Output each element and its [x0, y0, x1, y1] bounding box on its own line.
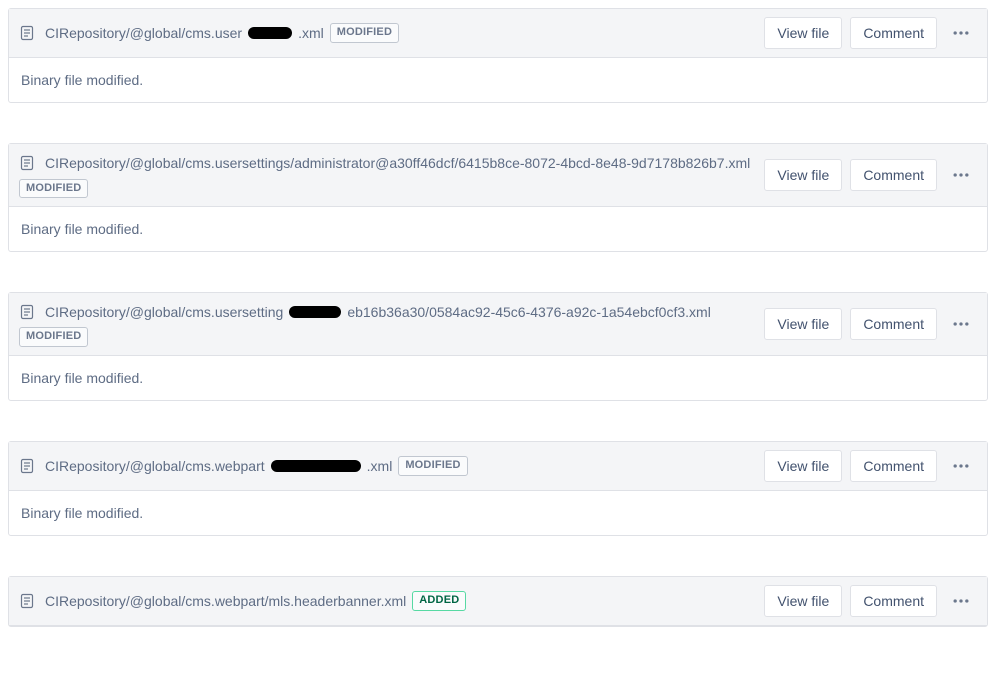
file-path-wrap: CIRepository/@global/cms.usersetting eb16…	[19, 301, 756, 347]
diff-body-message: Binary file modified.	[9, 356, 987, 400]
status-badge-modified: MODIFIED	[19, 327, 88, 346]
comment-button[interactable]: Comment	[850, 17, 937, 49]
file-icon	[19, 155, 35, 171]
view-file-button[interactable]: View file	[764, 585, 842, 617]
comment-button[interactable]: Comment	[850, 585, 937, 617]
header-actions: View fileComment	[764, 308, 977, 340]
file-path-suffix: .xml	[298, 22, 324, 44]
diff-header: CIRepository/@global/cms.user .xml MODIFIE…	[9, 9, 987, 58]
file-path-wrap: CIRepository/@global/cms.webpart .xml MODI…	[19, 455, 756, 477]
view-file-button[interactable]: View file	[764, 159, 842, 191]
redaction-mark	[271, 460, 361, 472]
redaction-mark	[289, 306, 341, 318]
comment-button[interactable]: Comment	[850, 450, 937, 482]
diff-body-message: Binary file modified.	[9, 491, 987, 535]
view-file-button[interactable]: View file	[764, 17, 842, 49]
diff-header: CIRepository/@global/cms.webpart/mls.hea…	[9, 577, 987, 626]
diff-body-message: Binary file modified.	[9, 58, 987, 102]
more-actions-button[interactable]	[945, 585, 977, 617]
file-path-wrap: CIRepository/@global/cms.usersettings/ad…	[19, 152, 756, 198]
file-icon	[19, 304, 35, 320]
diff-item: CIRepository/@global/cms.webpart .xml MODI…	[8, 441, 988, 536]
diff-item: CIRepository/@global/cms.usersetting eb16…	[8, 292, 988, 401]
header-actions: View fileComment	[764, 17, 977, 49]
file-path-prefix: CIRepository/@global/cms.usersettings/ad…	[45, 152, 750, 174]
view-file-button[interactable]: View file	[764, 450, 842, 482]
diff-item: CIRepository/@global/cms.webpart/mls.hea…	[8, 576, 988, 627]
status-badge-modified: MODIFIED	[330, 23, 399, 42]
diff-body-message: Binary file modified.	[9, 207, 987, 251]
diff-header: CIRepository/@global/cms.usersettings/ad…	[9, 144, 987, 207]
status-badge-modified: MODIFIED	[19, 179, 88, 198]
file-path-suffix: eb16b36a30/0584ac92-45c6-4376-a92c-1a54e…	[347, 301, 711, 323]
more-actions-button[interactable]	[945, 17, 977, 49]
file-icon	[19, 593, 35, 609]
file-icon	[19, 25, 35, 41]
more-actions-button[interactable]	[945, 159, 977, 191]
more-actions-button[interactable]	[945, 308, 977, 340]
diff-item: CIRepository/@global/cms.user .xml MODIFIE…	[8, 8, 988, 103]
file-path-suffix: .xml	[367, 455, 393, 477]
diff-header: CIRepository/@global/cms.webpart .xml MODI…	[9, 442, 987, 491]
view-file-button[interactable]: View file	[764, 308, 842, 340]
redaction-mark	[248, 27, 292, 39]
status-badge-added: ADDED	[412, 591, 466, 610]
file-icon	[19, 458, 35, 474]
header-actions: View fileComment	[764, 585, 977, 617]
diff-item: CIRepository/@global/cms.usersettings/ad…	[8, 143, 988, 252]
status-badge-modified: MODIFIED	[398, 456, 467, 475]
more-actions-button[interactable]	[945, 450, 977, 482]
comment-button[interactable]: Comment	[850, 159, 937, 191]
file-path-wrap: CIRepository/@global/cms.webpart/mls.hea…	[19, 590, 756, 612]
file-path-prefix: CIRepository/@global/cms.user	[45, 22, 242, 44]
header-actions: View fileComment	[764, 159, 977, 191]
header-actions: View fileComment	[764, 450, 977, 482]
file-path-wrap: CIRepository/@global/cms.user .xml MODIFIE…	[19, 22, 756, 44]
diff-header: CIRepository/@global/cms.usersetting eb16…	[9, 293, 987, 356]
file-path-prefix: CIRepository/@global/cms.webpart/mls.hea…	[45, 590, 406, 612]
file-path-prefix: CIRepository/@global/cms.webpart	[45, 455, 265, 477]
comment-button[interactable]: Comment	[850, 308, 937, 340]
file-path-prefix: CIRepository/@global/cms.usersetting	[45, 301, 283, 323]
